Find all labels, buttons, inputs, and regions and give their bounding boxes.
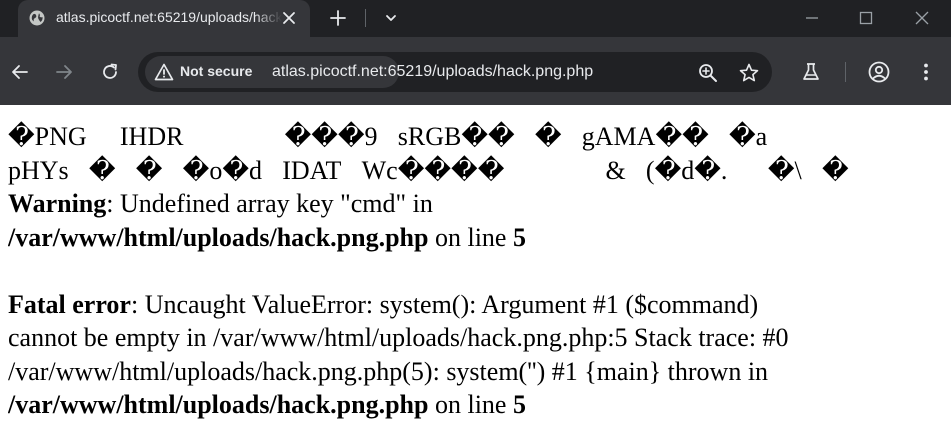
fatal-error-text: : Uncaught ValueError: system(): Argumen… xyxy=(130,289,759,319)
fatal-error-text: /var/www/html/uploads/hack.png.php(5): s… xyxy=(8,356,769,386)
binary-data-line: �PNG   IHDR     ���9 sRGB�� � gAMA�� �a  xyxy=(8,122,788,151)
maximize-icon[interactable] xyxy=(856,8,876,28)
tab-strip: atlas.picoctf.net:65219/uploads/hack.png… xyxy=(0,0,951,37)
fatal-error-file: /var/www/html/uploads/hack.png.php xyxy=(8,390,429,419)
fatal-error-location: /var/www/html/uploads/hack.png.php on li… xyxy=(8,388,951,422)
url-text[interactable]: atlas.picoctf.net:65219/uploads/hack.png… xyxy=(272,63,593,81)
warning-location: /var/www/html/uploads/hack.png.php on li… xyxy=(8,221,951,255)
not-secure-label: Not secure xyxy=(180,63,253,79)
globe-icon xyxy=(28,9,46,27)
toolbar-divider xyxy=(845,62,846,82)
close-tab-icon[interactable] xyxy=(280,9,298,27)
warning-message: Warning: Undefined array key "cmd" in xyxy=(8,187,951,221)
kebab-menu-icon[interactable] xyxy=(915,61,937,83)
forward-arrow-icon[interactable] xyxy=(53,61,75,83)
fatal-error-message: Fatal error: Uncaught ValueError: system… xyxy=(8,288,951,322)
warning-file: /var/www/html/uploads/hack.png.php xyxy=(8,222,429,252)
warning-on-line: on line xyxy=(428,222,513,252)
zoom-icon[interactable] xyxy=(697,62,719,84)
warning-triangle-icon xyxy=(154,63,174,81)
page-content: �PNG   IHDR     ���9 sRGB�� � gAMA�� �a … xyxy=(8,120,951,431)
fatal-error-label: Fatal error xyxy=(8,289,131,319)
fatal-error-text: cannot be empty in /var/www/html/uploads… xyxy=(8,323,789,352)
address-bar[interactable]: Not secure atlas.picoctf.net:65219/uploa… xyxy=(138,52,772,92)
browser-toolbar: Not secure atlas.picoctf.net:65219/uploa… xyxy=(0,37,951,105)
window-close-icon[interactable] xyxy=(912,8,932,28)
reload-icon[interactable] xyxy=(99,61,121,83)
fatal-error-on-line: on line xyxy=(428,390,513,419)
warning-text: : Undefined array key "cmd" in xyxy=(106,189,433,218)
warning-line-number: 5 xyxy=(512,222,526,252)
bookmark-star-icon[interactable] xyxy=(738,62,760,84)
back-arrow-icon[interactable] xyxy=(9,61,31,83)
fatal-error-line-number: 5 xyxy=(512,390,526,419)
warning-label: Warning xyxy=(8,189,107,218)
minimize-icon[interactable] xyxy=(802,8,822,28)
new-tab-icon[interactable] xyxy=(328,8,348,28)
labs-flask-icon[interactable] xyxy=(800,61,822,83)
binary-data-line: pHYs � � �o�d IDAT Wc����     & (�d�.  �… xyxy=(8,155,849,185)
tab-title: atlas.picoctf.net:65219/uploads/hack.png… xyxy=(56,9,282,25)
profile-avatar-icon[interactable] xyxy=(867,60,891,84)
tab-strip-divider xyxy=(365,9,366,27)
browser-tab[interactable]: atlas.picoctf.net:65219/uploads/hack.png… xyxy=(18,0,310,37)
chevron-down-icon[interactable] xyxy=(381,8,401,28)
